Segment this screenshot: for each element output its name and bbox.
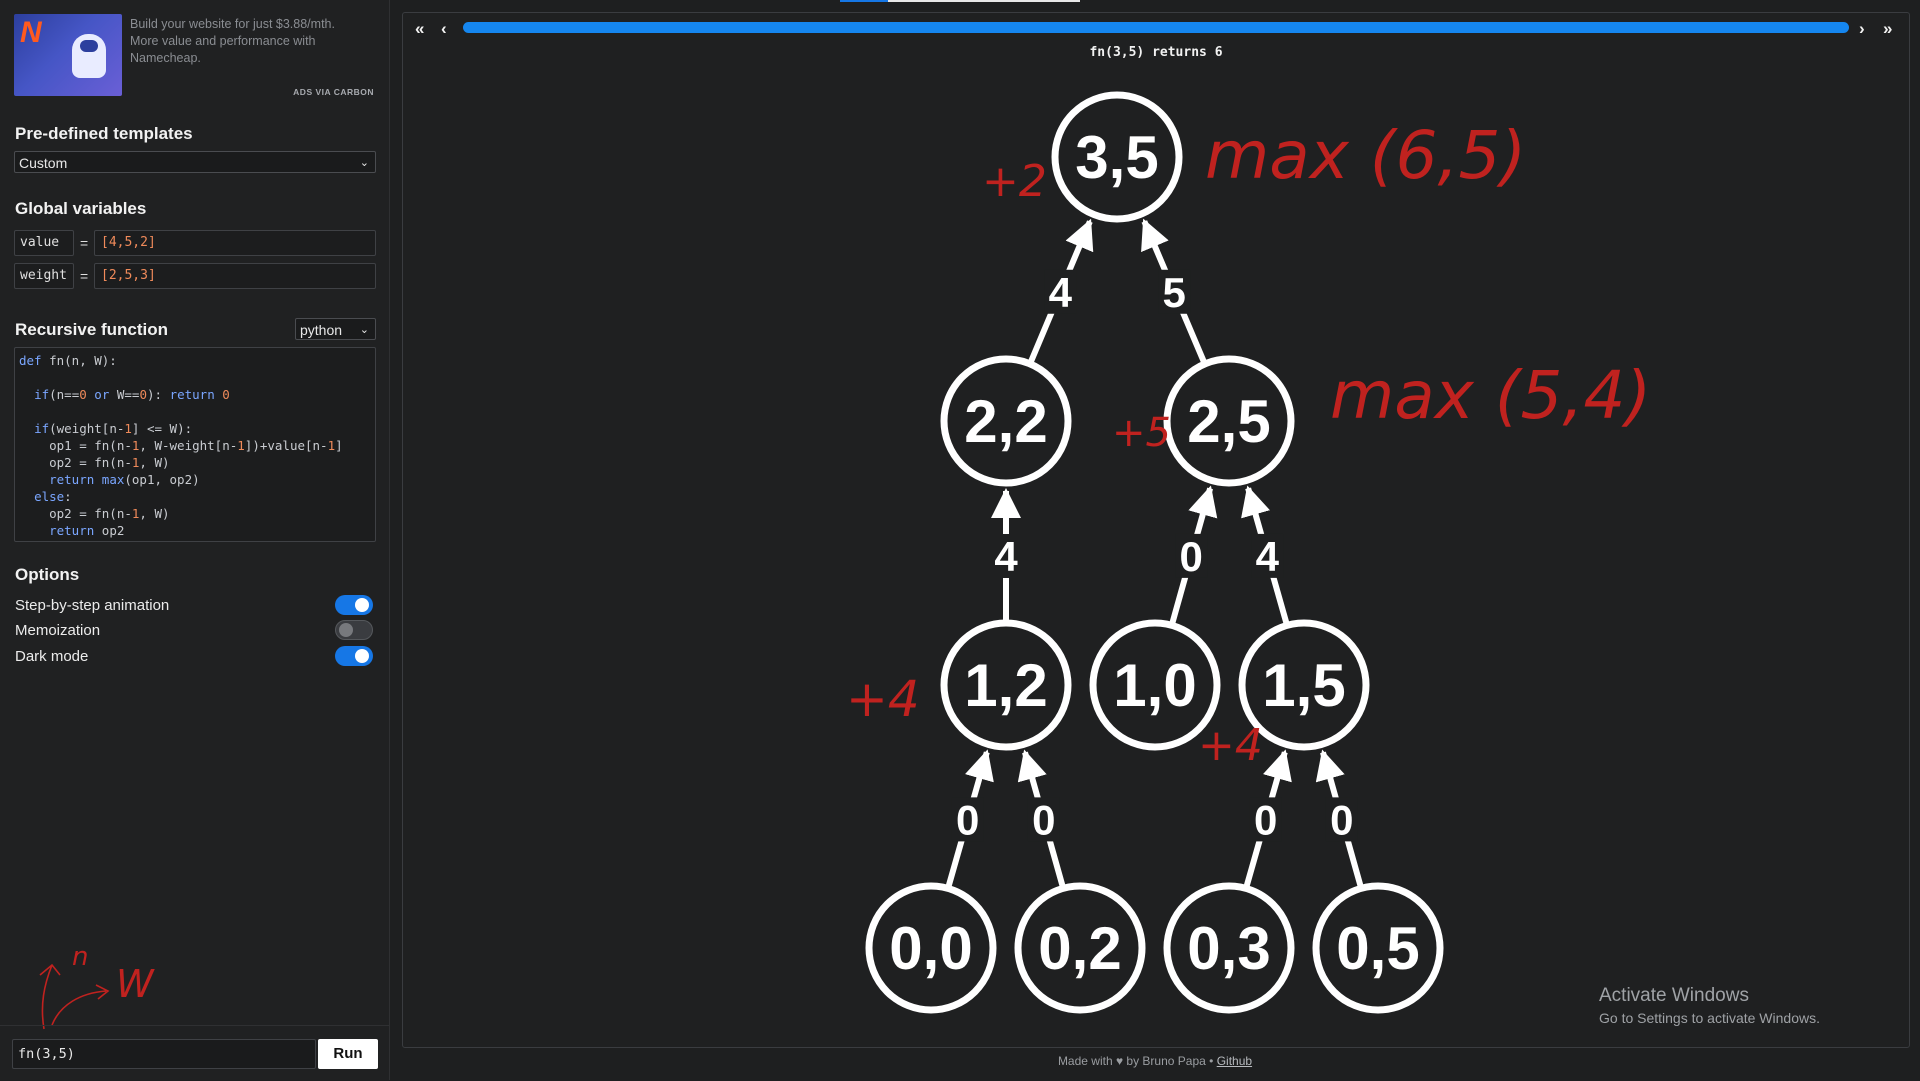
edge-label: 5	[1162, 269, 1185, 316]
ink-text-plus-4-right: +4	[1198, 720, 1263, 771]
ink-text-max-5-4: max (5,4)	[1330, 357, 1651, 434]
recursion-tree: 4 5 4 0 4 0 0 0 0 3,5 2,2 2,5 1,2 1,0 1,5 0,0 0,2 0,3 0,5…	[846, 91, 1651, 1014]
edge-label: 4	[994, 533, 1018, 580]
tree-node[interactable]: 0,3	[1163, 882, 1295, 1014]
tree-node[interactable]: 2,2	[940, 355, 1072, 487]
watermark-line2: Go to Settings to activate Windows.	[1599, 1010, 1820, 1026]
ink-text-max-6-5: max (6,5)	[1205, 117, 1526, 194]
edge-label: 4	[1256, 533, 1280, 580]
ink-text-plus-2: +2	[982, 156, 1047, 207]
tree-node-label: 1,0	[1113, 652, 1196, 719]
watermark-line1: Activate Windows	[1599, 985, 1749, 1006]
footer: Made with ♥ by Bruno Papa • Github	[402, 1054, 1908, 1068]
edge-label: 0	[956, 796, 979, 843]
tree-node[interactable]: 3,5	[1051, 91, 1183, 223]
tree-node-label: 2,5	[1187, 388, 1270, 455]
ink-text-plus-5: +5	[1112, 410, 1171, 456]
tree-node[interactable]: 0,2	[1014, 882, 1146, 1014]
tree-node-label: 0,3	[1187, 915, 1270, 982]
tree-node[interactable]: 2,5	[1163, 355, 1295, 487]
tree-node-label: 1,2	[964, 652, 1047, 719]
edge-label: 0	[1180, 533, 1203, 580]
windows-activation-watermark: Activate Windows Go to Settings to activ…	[1599, 985, 1820, 1026]
tree-node-label: 0,5	[1336, 915, 1419, 982]
tree-node-label: 0,2	[1038, 915, 1121, 982]
tree-node-label: 1,5	[1262, 652, 1345, 719]
tree-node[interactable]: 0,5	[1312, 882, 1444, 1014]
footer-credit: Made with ♥ by Bruno Papa •	[1057, 1054, 1214, 1068]
edge-label: 4	[1049, 269, 1073, 316]
tree-node-label: 0,0	[889, 915, 972, 982]
edge-label: 0	[1254, 796, 1277, 843]
github-link[interactable]: Github	[1217, 1054, 1252, 1068]
tree-node-label: 2,2	[964, 388, 1047, 455]
tree-node-label: 3,5	[1075, 124, 1158, 191]
ink-text-plus-4-left: +4	[846, 670, 920, 728]
edge-label: 0	[1032, 796, 1055, 843]
tree-node[interactable]: 1,2	[940, 619, 1072, 751]
tree-node[interactable]: 0,0	[865, 882, 997, 1014]
edge-label: 0	[1330, 796, 1353, 843]
